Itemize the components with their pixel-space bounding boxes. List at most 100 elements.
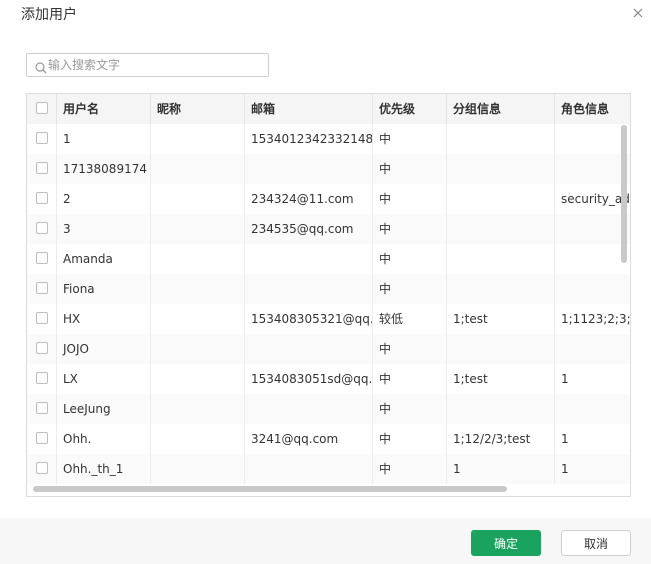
dialog-title: 添加用户 (21, 7, 77, 23)
role-cell (555, 334, 630, 364)
username-cell: 17138089174 (57, 154, 151, 184)
nickname-cell (151, 394, 245, 424)
username-cell: Fiona (57, 274, 151, 304)
email-cell (245, 394, 373, 424)
role-cell (555, 274, 630, 304)
nickname-cell (151, 184, 245, 214)
row-checkbox[interactable] (36, 372, 48, 384)
role-cell: 1 (561, 462, 569, 476)
row-checkbox[interactable] (36, 282, 48, 294)
nickname-cell (151, 304, 245, 334)
row-select-cell (27, 394, 57, 424)
row-checkbox[interactable] (36, 342, 48, 354)
role-cell: 1 (561, 372, 569, 386)
confirm-button[interactable]: 确定 (471, 530, 541, 556)
column-header-email[interactable]: 邮箱 (245, 94, 373, 124)
table-row[interactable]: Fiona 中 (27, 274, 630, 304)
row-checkbox[interactable] (36, 192, 48, 204)
group-cell (447, 274, 555, 304)
priority-cell: 中 (373, 454, 447, 484)
row-select-cell (27, 184, 57, 214)
table-row[interactable]: Ohh. 3241@qq.com 中 1;12/2/3;test 1 (27, 424, 630, 454)
dialog-footer (0, 518, 651, 564)
row-select-cell (27, 304, 57, 334)
row-checkbox[interactable] (36, 252, 48, 264)
horizontal-scrollbar[interactable] (33, 486, 507, 492)
table-row[interactable]: HX 153408305321@qq.com较低1;test 1;1123;2;3; (27, 304, 631, 334)
row-checkbox[interactable] (36, 462, 48, 474)
column-header-username[interactable]: 用户名 (57, 94, 151, 124)
nickname-cell (151, 334, 245, 364)
group-cell (447, 334, 555, 364)
table-row[interactable]: 3 234535@qq.com 中 (27, 214, 630, 244)
row-select-cell (27, 214, 57, 244)
email-cell (245, 454, 373, 484)
vertical-scrollbar[interactable] (621, 125, 627, 263)
row-checkbox[interactable] (36, 312, 48, 324)
priority-cell: 中 (373, 214, 447, 244)
priority-cell: 中 (373, 124, 447, 154)
role-cell: 1;1123;2;3; (561, 312, 631, 326)
table-row[interactable]: 2 234324@11.com 中 security_ad (27, 184, 630, 214)
group-cell: 1;12/2/3;test (447, 424, 555, 454)
group-cell: 1;test (447, 364, 555, 394)
table-row[interactable]: LX 1534083051sd@qq.com中1;test 1 (27, 364, 630, 394)
role-cell (555, 244, 630, 274)
table-row[interactable]: JOJO 中 (27, 334, 630, 364)
column-header-role[interactable]: 角色信息 (555, 94, 630, 124)
search-input[interactable] (48, 55, 263, 75)
close-icon[interactable] (631, 6, 645, 20)
email-cell: 1534012342332148305 (245, 124, 373, 154)
row-checkbox[interactable] (36, 432, 48, 444)
role-cell (555, 394, 630, 424)
group-cell (447, 394, 555, 424)
email-cell: 234535@qq.com (245, 214, 373, 244)
priority-cell: 较低 (373, 304, 447, 334)
row-checkbox[interactable] (36, 132, 48, 144)
priority-cell: 中 (373, 334, 447, 364)
priority-cell: 中 (373, 274, 447, 304)
add-user-dialog: 添加用户 用户名 昵称 邮箱 优先级 分组信息 角色信息 1153401234 (0, 0, 651, 564)
email-cell (245, 244, 373, 274)
table-row[interactable]: 17138089174 中 (27, 154, 630, 184)
priority-cell: 中 (373, 244, 447, 274)
row-select-cell (27, 124, 57, 154)
username-cell: Amanda (57, 244, 151, 274)
email-cell: 1534083051sd@qq.com (245, 364, 373, 394)
row-checkbox[interactable] (36, 222, 48, 234)
table-row[interactable]: Ohh._th_1 中 1 1 (27, 454, 630, 484)
group-cell (447, 124, 555, 154)
username-cell: Ohh. (57, 424, 151, 454)
column-header-nickname[interactable]: 昵称 (151, 94, 245, 124)
username-cell: 1 (57, 124, 151, 154)
role-cell (555, 154, 630, 184)
row-select-cell (27, 244, 57, 274)
row-checkbox[interactable] (36, 402, 48, 414)
row-select-cell (27, 274, 57, 304)
column-header-group[interactable]: 分组信息 (447, 94, 555, 124)
role-cell: 1 (561, 432, 569, 446)
role-cell (555, 214, 630, 244)
role-cell: security_ad (561, 192, 630, 206)
group-cell (447, 214, 555, 244)
nickname-cell (151, 124, 245, 154)
username-cell: HX (57, 304, 151, 334)
table-row[interactable]: Amanda 中 (27, 244, 630, 274)
priority-cell: 中 (373, 154, 447, 184)
role-cell (555, 124, 630, 154)
cancel-button[interactable]: 取消 (561, 530, 631, 556)
select-all-checkbox[interactable] (36, 102, 48, 114)
priority-cell: 中 (373, 424, 447, 454)
column-header-priority[interactable]: 优先级 (373, 94, 447, 124)
table-row[interactable]: LeeJung 中 (27, 394, 630, 424)
select-all-cell (27, 94, 57, 124)
table-row[interactable]: 1 1534012342332148305中 (27, 124, 630, 154)
row-checkbox[interactable] (36, 162, 48, 174)
priority-cell: 中 (373, 394, 447, 424)
nickname-cell (151, 154, 245, 184)
username-cell: LX (57, 364, 151, 394)
group-cell (447, 184, 555, 214)
table-header: 用户名 昵称 邮箱 优先级 分组信息 角色信息 (27, 94, 630, 124)
email-cell (245, 274, 373, 304)
email-cell: 3241@qq.com (245, 424, 373, 454)
